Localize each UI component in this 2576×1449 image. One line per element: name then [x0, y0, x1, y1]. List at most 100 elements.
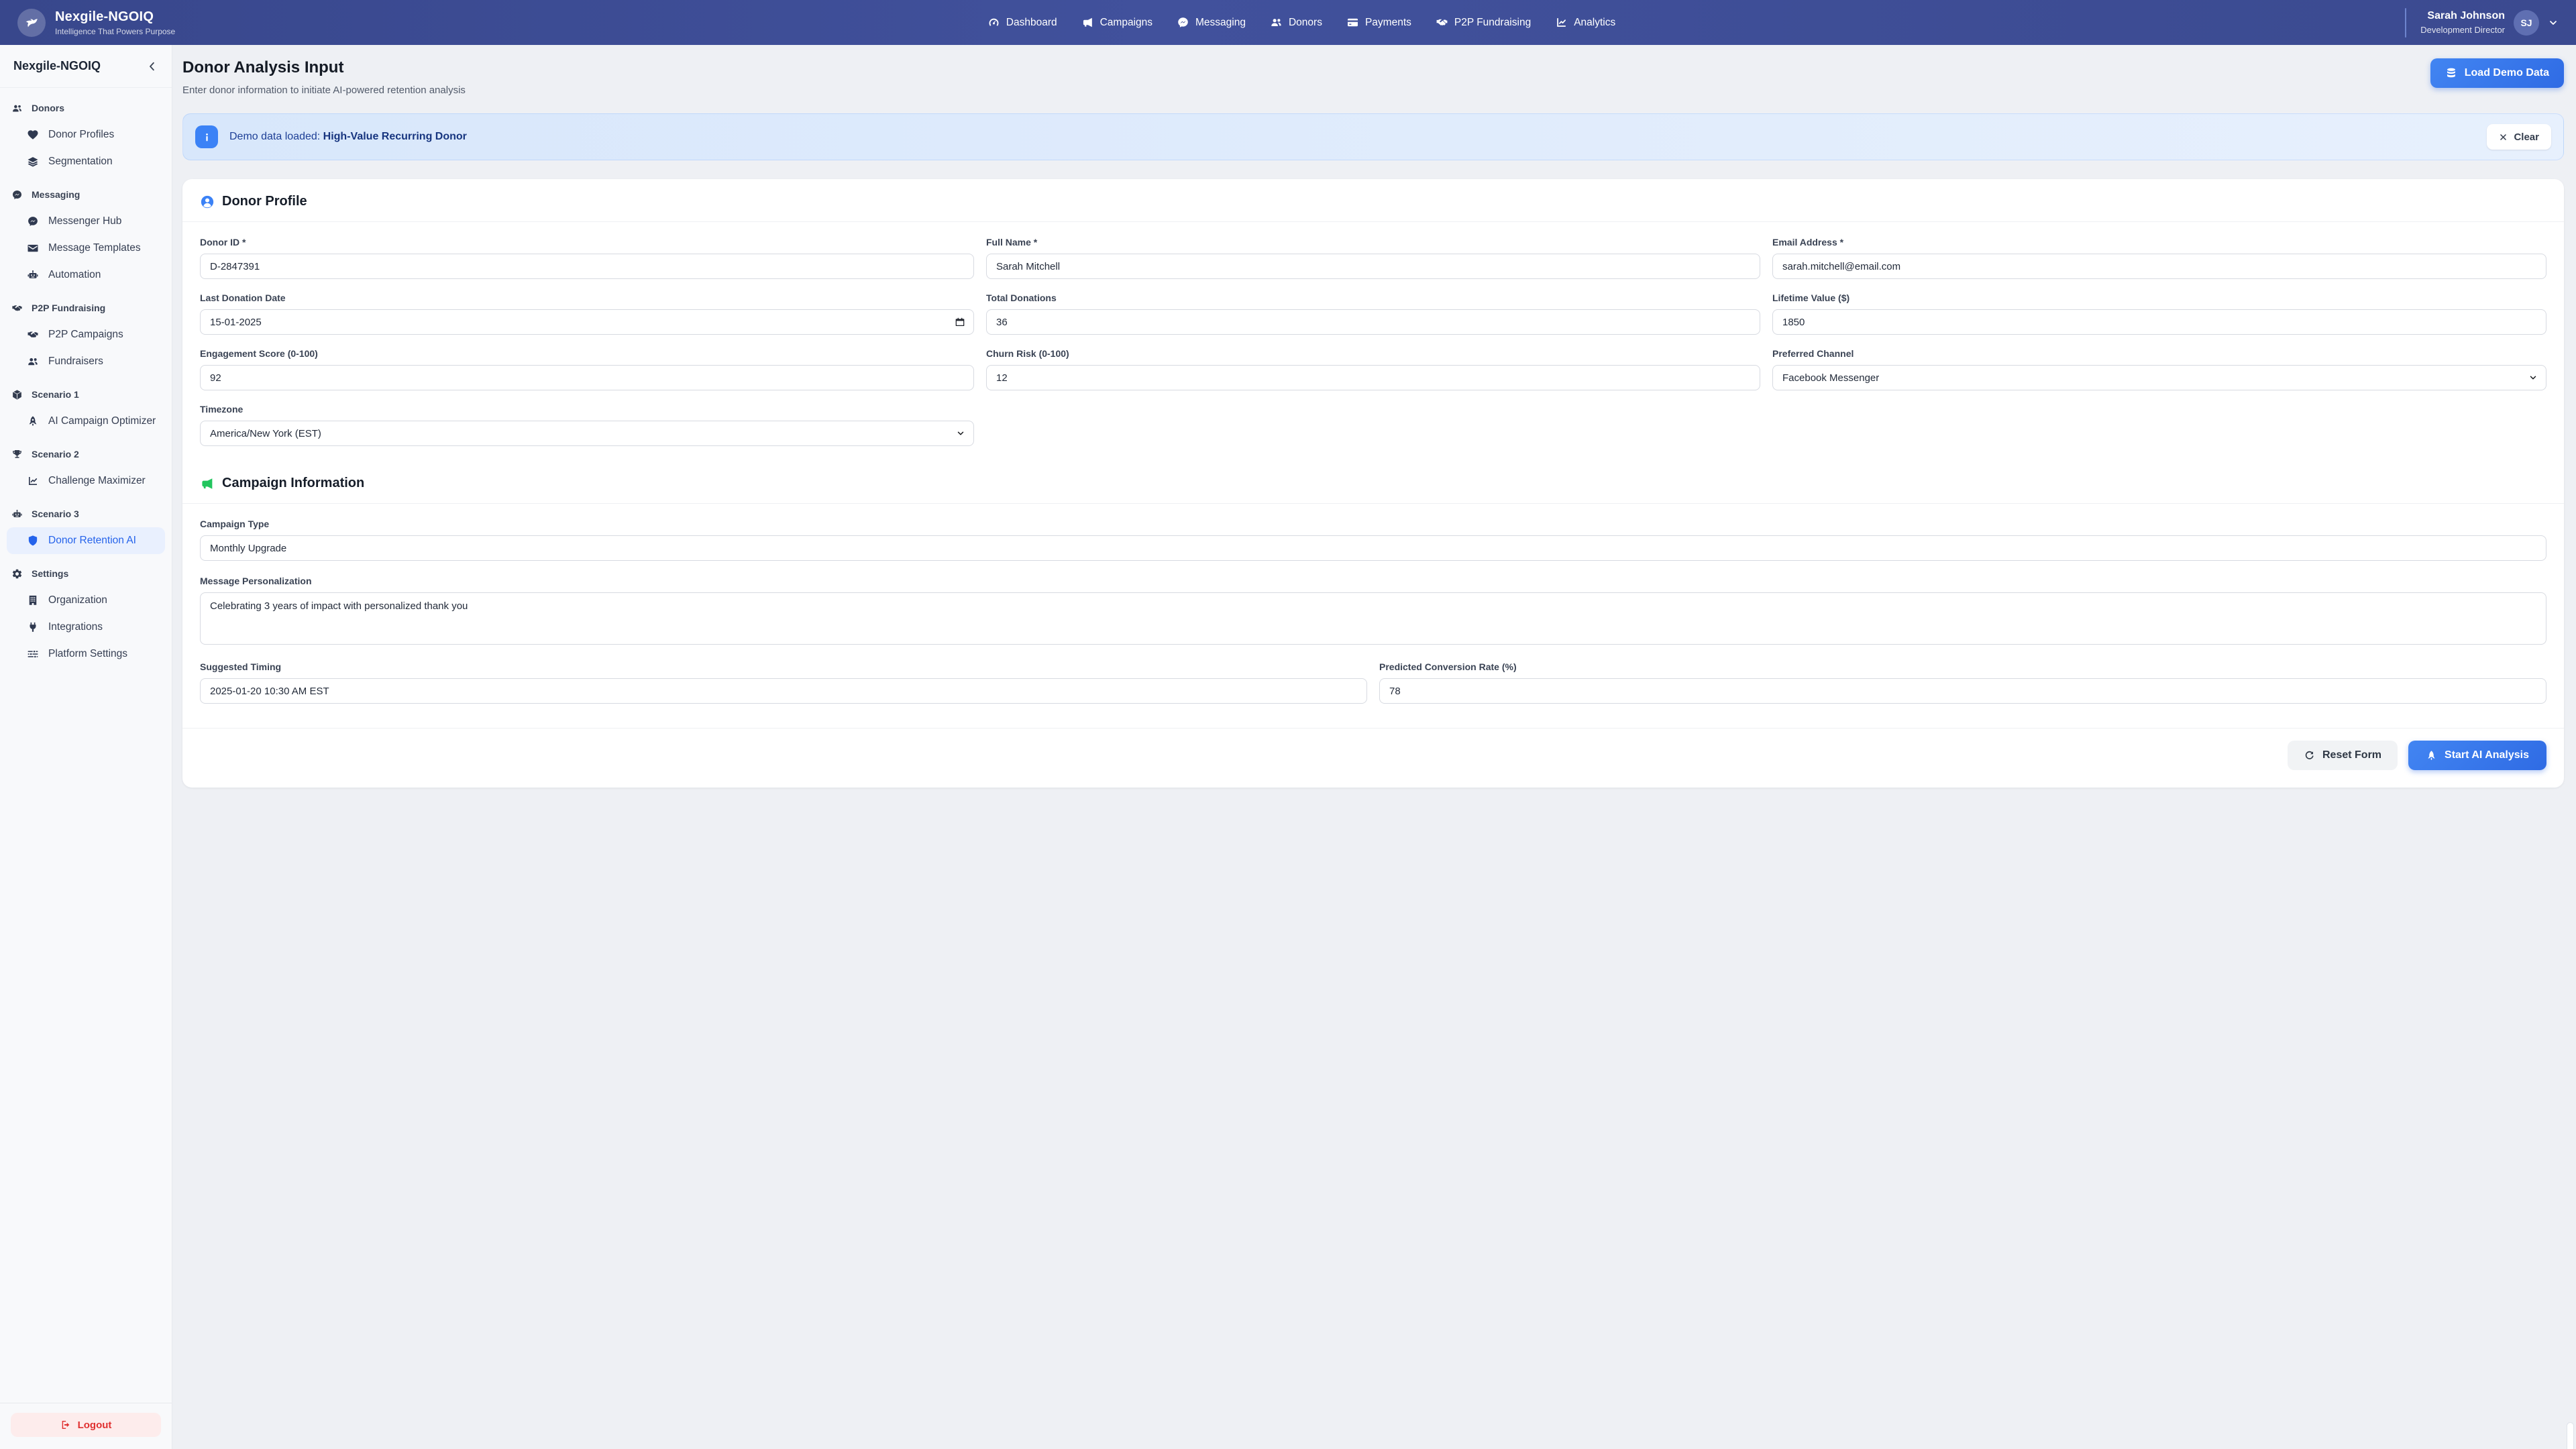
nav-label: Analytics	[1574, 17, 1615, 29]
field-last-donation-date: Last Donation Date	[200, 292, 974, 335]
predicted-conversion-rate-input[interactable]	[1379, 678, 2546, 704]
nav-item-analytics[interactable]: Analytics	[1555, 16, 1615, 29]
field-label: Predicted Conversion Rate (%)	[1379, 661, 2546, 672]
handshake-icon	[1436, 16, 1448, 29]
nav-item-dashboard[interactable]: Dashboard	[987, 16, 1057, 29]
avatar[interactable]: SJ	[2514, 10, 2539, 36]
nav-label: Campaigns	[1100, 17, 1152, 29]
sidebar-item-message-templates[interactable]: Message Templates	[7, 235, 165, 262]
nav-label: Dashboard	[1006, 17, 1057, 29]
start-ai-analysis-button[interactable]: Start AI Analysis	[2408, 741, 2546, 770]
reset-form-button[interactable]: Reset Form	[2288, 741, 2398, 770]
field-message-personalization: Message Personalization Celebrating 3 ye…	[200, 576, 2546, 648]
sign-out-icon	[60, 1419, 71, 1430]
donor-id-input[interactable]	[200, 254, 974, 279]
close-icon	[2499, 133, 2508, 142]
suggested-timing-input[interactable]	[200, 678, 1367, 704]
section-title: Campaign Information	[222, 476, 364, 491]
sidebar-item-donor-retention-ai[interactable]: Donor Retention AI	[7, 527, 165, 554]
sidebar-item-label: Donor Profiles	[48, 129, 114, 141]
sidebar-item-fundraisers[interactable]: Fundraisers	[7, 348, 165, 375]
churn-risk-input[interactable]	[986, 365, 1760, 390]
heart-icon	[27, 129, 39, 141]
messenger-icon	[1177, 16, 1189, 29]
clear-button[interactable]: Clear	[2487, 124, 2551, 150]
logout-label: Logout	[78, 1419, 112, 1431]
nav-item-donors[interactable]: Donors	[1270, 16, 1322, 29]
sidebar-group-label-scenario-2[interactable]: Scenario 2	[0, 441, 172, 468]
total-donations-input[interactable]	[986, 309, 1760, 335]
last-donation-date-input[interactable]	[200, 309, 974, 335]
megaphone-icon	[1081, 16, 1094, 29]
field-label: Last Donation Date	[200, 292, 974, 303]
nav-item-campaigns[interactable]: Campaigns	[1081, 16, 1152, 29]
sidebar-item-label: Integrations	[48, 621, 103, 633]
nav-item-payments[interactable]: Payments	[1346, 16, 1411, 29]
sidebar-item-label: Fundraisers	[48, 356, 103, 368]
plug-icon	[27, 621, 39, 633]
full-name-input[interactable]	[986, 254, 1760, 279]
sidebar-item-label: Donor Retention AI	[48, 535, 136, 547]
lifetime-value-input[interactable]	[1772, 309, 2546, 335]
field-predicted-conversion-rate: Predicted Conversion Rate (%)	[1379, 661, 2546, 704]
sidebar-item-segmentation[interactable]: Segmentation	[7, 148, 165, 175]
email-input[interactable]	[1772, 254, 2546, 279]
chevron-down-icon[interactable]	[2548, 17, 2559, 28]
messenger-icon	[27, 215, 39, 227]
nav-label: Payments	[1365, 17, 1411, 29]
donor-analysis-card: Donor Profile Donor ID * Full Name * Ema…	[182, 179, 2564, 788]
engagement-score-input[interactable]	[200, 365, 974, 390]
divider	[182, 728, 2564, 729]
divider	[2405, 8, 2406, 38]
scrollbar-thumb[interactable]	[2567, 1422, 2574, 1449]
sidebar-item-platform-settings[interactable]: Platform Settings	[7, 641, 165, 667]
top-nav: Dashboard Campaigns Messaging Donors Pay…	[246, 16, 2357, 29]
nav-label: Donors	[1289, 17, 1322, 29]
field-suggested-timing: Suggested Timing	[200, 661, 1367, 704]
sidebar-footer: Logout	[0, 1403, 172, 1449]
sidebar-item-p2p-campaigns[interactable]: P2P Campaigns	[7, 321, 165, 348]
sidebar-group-label-messaging[interactable]: Messaging	[0, 181, 172, 208]
sidebar-group-label-p2p[interactable]: P2P Fundraising	[0, 294, 172, 321]
page-subtitle: Enter donor information to initiate AI-p…	[182, 85, 466, 96]
load-demo-data-button[interactable]: Load Demo Data	[2430, 58, 2564, 88]
message-personalization-textarea[interactable]: Celebrating 3 years of impact with perso…	[200, 592, 2546, 645]
sidebar-group-label-settings[interactable]: Settings	[0, 560, 172, 587]
users-icon	[1270, 16, 1283, 29]
sidebar-item-integrations[interactable]: Integrations	[7, 614, 165, 641]
sidebar-item-challenge-maximizer[interactable]: Challenge Maximizer	[7, 468, 165, 494]
sidebar-group-label-donors[interactable]: Donors	[0, 95, 172, 121]
logout-button[interactable]: Logout	[11, 1413, 161, 1437]
sidebar-item-ai-campaign-optimizer[interactable]: AI Campaign Optimizer	[7, 408, 165, 435]
users-icon	[11, 103, 23, 114]
chart-line-icon	[27, 475, 39, 487]
robot-icon	[27, 269, 39, 281]
sidebar-collapse-button[interactable]	[146, 60, 158, 72]
field-label: Donor ID *	[200, 237, 974, 248]
sidebar-group-donors: Donors Donor Profiles Segmentation	[0, 95, 172, 175]
sidebar-item-automation[interactable]: Automation	[7, 262, 165, 288]
preferred-channel-select[interactable]: Facebook Messenger	[1772, 365, 2546, 390]
building-icon	[27, 594, 39, 606]
refresh-icon	[2304, 750, 2315, 761]
field-donor-id: Donor ID *	[200, 237, 974, 279]
top-navbar: Nexgile-NGOIQ Intelligence That Powers P…	[0, 0, 2576, 45]
donor-profile-section-header: Donor Profile	[200, 194, 2546, 209]
campaign-type-input[interactable]	[200, 535, 2546, 561]
nav-item-p2p-fundraising[interactable]: P2P Fundraising	[1436, 16, 1531, 29]
nav-label: P2P Fundraising	[1454, 17, 1531, 29]
field-timezone: Timezone America/New York (EST)	[200, 404, 974, 446]
sidebar-group-p2p: P2P Fundraising P2P Campaigns Fundraiser…	[0, 294, 172, 375]
rocket-icon	[27, 415, 39, 427]
sidebar-group-label-scenario-1[interactable]: Scenario 1	[0, 381, 172, 408]
sidebar-group-label-scenario-3[interactable]: Scenario 3	[0, 500, 172, 527]
section-title: Donor Profile	[222, 194, 307, 209]
sidebar-item-messenger-hub[interactable]: Messenger Hub	[7, 208, 165, 235]
button-label: Start AI Analysis	[2445, 749, 2529, 761]
sidebar-item-organization[interactable]: Organization	[7, 587, 165, 614]
sliders-icon	[27, 648, 39, 660]
timezone-select[interactable]: America/New York (EST)	[200, 421, 974, 446]
sidebar-item-donor-profiles[interactable]: Donor Profiles	[7, 121, 165, 148]
user-menu[interactable]: Sarah Johnson Development Director SJ	[2357, 8, 2559, 38]
nav-item-messaging[interactable]: Messaging	[1177, 16, 1246, 29]
